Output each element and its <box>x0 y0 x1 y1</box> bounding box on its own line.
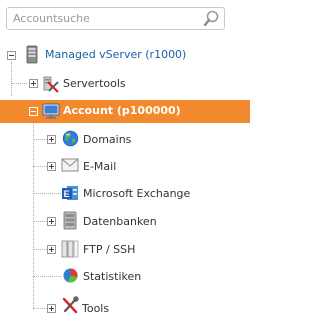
tree-node-statistiken[interactable]: Statistiken <box>0 264 250 290</box>
monitor-icon <box>42 103 60 120</box>
expand-toggle[interactable] <box>47 135 56 144</box>
tree-node-label[interactable]: Statistiken <box>83 270 141 284</box>
tree-node-domains[interactable]: Domains <box>0 127 250 153</box>
collapse-toggle[interactable] <box>7 51 16 60</box>
server-tools-icon <box>42 75 59 93</box>
tree-node-label[interactable]: Domains <box>83 133 131 147</box>
tree-node-ftp[interactable]: FTP / SSH <box>0 237 250 263</box>
database-icon <box>62 211 79 230</box>
expand-toggle[interactable] <box>47 245 56 254</box>
tree-node-label[interactable]: FTP / SSH <box>83 243 135 257</box>
tree-node-label[interactable]: Microsoft Exchange <box>83 187 190 201</box>
svg-text:E: E <box>64 189 70 199</box>
tree-node-tools[interactable]: Tools <box>0 294 250 320</box>
tree-node-datenbanken[interactable]: Datenbanken <box>0 209 250 235</box>
pie-chart-icon <box>62 267 79 284</box>
expand-toggle[interactable] <box>29 79 38 88</box>
tree-node-root[interactable]: Managed vServer (r1000) <box>0 43 250 69</box>
tree-node-email[interactable]: E-Mail <box>0 154 250 180</box>
exchange-icon: E <box>61 184 78 201</box>
ftp-icon <box>61 239 79 258</box>
tree-node-account[interactable]: Account (p100000) <box>0 99 250 125</box>
envelope-icon <box>61 158 79 175</box>
tools-icon <box>61 296 79 314</box>
tree-node-servertools[interactable]: Servertools <box>0 71 250 97</box>
collapse-toggle[interactable] <box>29 107 38 116</box>
account-tree: Managed vServer (r1000) Servertools Acco… <box>0 0 250 320</box>
tree-node-label[interactable]: Managed vServer (r1000) <box>45 48 186 62</box>
expand-toggle[interactable] <box>47 304 56 313</box>
tree-node-label[interactable]: Datenbanken <box>83 215 157 229</box>
tree-node-exchange[interactable]: E Microsoft Exchange <box>0 181 250 207</box>
expand-toggle[interactable] <box>47 217 56 226</box>
tree-node-label[interactable]: E-Mail <box>83 160 116 174</box>
expand-toggle[interactable] <box>47 162 56 171</box>
tree-node-label[interactable]: Account (p100000) <box>63 104 181 118</box>
tree-node-label[interactable]: Tools <box>82 302 109 316</box>
globe-icon <box>62 130 79 147</box>
tree-node-label[interactable]: Servertools <box>63 77 126 91</box>
server-icon <box>24 45 41 64</box>
